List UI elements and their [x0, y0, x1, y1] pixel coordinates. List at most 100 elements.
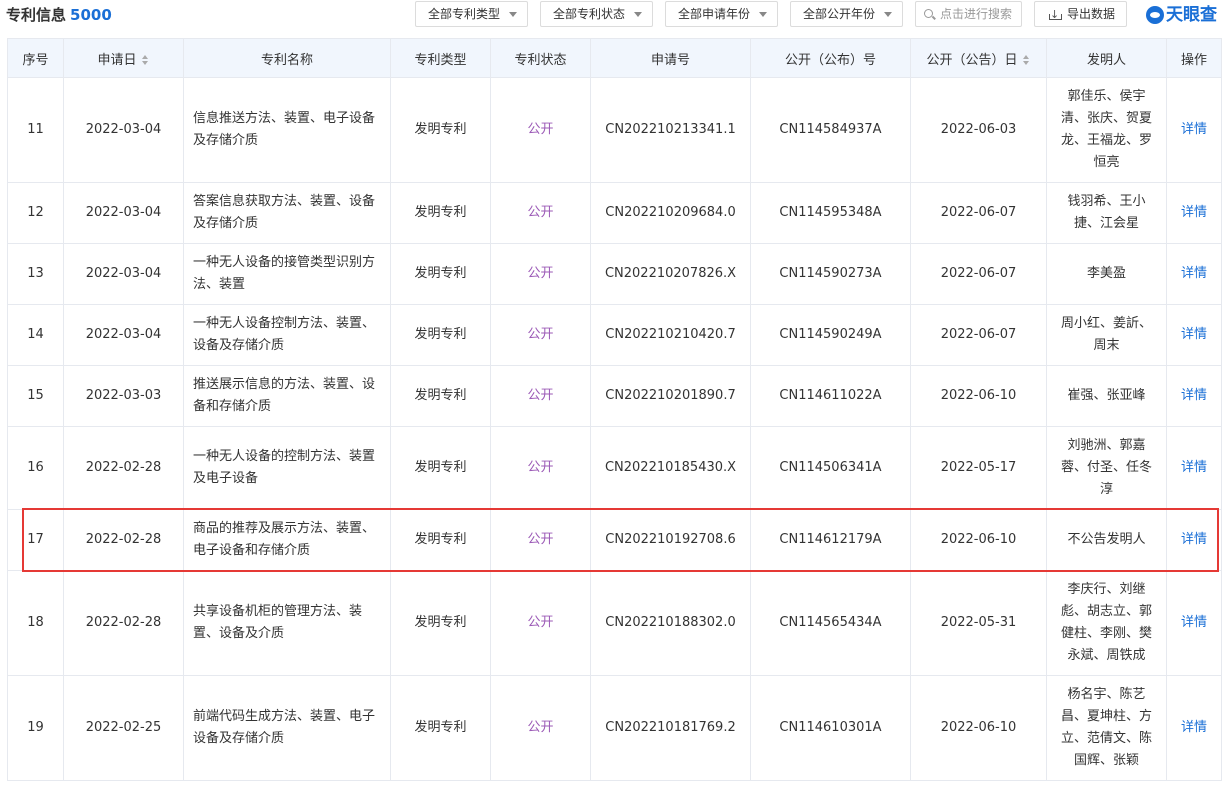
cell-patent-name: 一种无人设备的控制方法、装置及电子设备 — [183, 426, 391, 510]
cell-status: 公开 — [490, 570, 591, 676]
cell-inventor: 不公告发明人 — [1046, 509, 1167, 571]
column-header-index: 序号 — [7, 38, 64, 78]
cell-pub-no: CN114584937A — [750, 77, 911, 183]
cell-pub-date: 2022-06-03 — [910, 77, 1047, 183]
publish-year-filter[interactable]: 全部公开年份 — [790, 1, 903, 27]
cell-index: 13 — [7, 243, 64, 305]
column-header-pub-date[interactable]: 公开（公告）日 — [910, 38, 1047, 78]
eye-logo-icon — [1146, 6, 1164, 24]
export-data-button[interactable]: 导出数据 — [1034, 1, 1127, 27]
cell-apply-date: 2022-02-25 — [63, 675, 184, 781]
cell-status: 公开 — [490, 426, 591, 510]
cell-apply-date: 2022-02-28 — [63, 570, 184, 676]
table-row: 18 2022-02-28 共享设备机柜的管理方法、装置、设备及介质 发明专利 … — [7, 570, 1222, 676]
cell-status: 公开 — [490, 182, 591, 244]
detail-link[interactable]: 详情 — [1166, 243, 1222, 305]
column-header-type: 专利类型 — [390, 38, 491, 78]
table-row: 19 2022-02-25 前端代码生成方法、装置、电子设备及存储介质 发明专利… — [7, 675, 1222, 781]
patent-count: 5000 — [70, 6, 112, 24]
search-placeholder: 点击进行搜索 — [940, 7, 1013, 21]
cell-pub-no: CN114590273A — [750, 243, 911, 305]
cell-pub-date: 2022-05-31 — [910, 570, 1047, 676]
cell-inventor: 李庆行、刘继彪、胡志立、郭健柱、李刚、樊永斌、周铁成 — [1046, 570, 1167, 676]
cell-patent-type: 发明专利 — [390, 675, 491, 781]
cell-apply-no: CN202210181769.2 — [590, 675, 751, 781]
detail-link[interactable]: 详情 — [1166, 304, 1222, 366]
cell-status: 公开 — [490, 509, 591, 571]
patent-status-filter[interactable]: 全部专利状态 — [540, 1, 653, 27]
detail-link[interactable]: 详情 — [1166, 675, 1222, 781]
cell-apply-no: CN202210210420.7 — [590, 304, 751, 366]
cell-patent-type: 发明专利 — [390, 182, 491, 244]
cell-inventor: 李美盈 — [1046, 243, 1167, 305]
table-row: 11 2022-03-04 信息推送方法、装置、电子设备及存储介质 发明专利 公… — [7, 77, 1222, 183]
cell-apply-date: 2022-03-04 — [63, 77, 184, 183]
detail-link[interactable]: 详情 — [1166, 509, 1222, 571]
apply-year-filter[interactable]: 全部申请年份 — [665, 1, 778, 27]
cell-patent-name: 商品的推荐及展示方法、装置、电子设备和存储介质 — [183, 509, 391, 571]
cell-patent-type: 发明专利 — [390, 243, 491, 305]
cell-apply-no: CN202210192708.6 — [590, 509, 751, 571]
cell-status: 公开 — [490, 243, 591, 305]
column-header-status: 专利状态 — [490, 38, 591, 78]
cell-patent-name: 答案信息获取方法、装置、设备及存储介质 — [183, 182, 391, 244]
detail-link[interactable]: 详情 — [1166, 365, 1222, 427]
cell-patent-name: 推送展示信息的方法、装置、设备和存储介质 — [183, 365, 391, 427]
cell-index: 18 — [7, 570, 64, 676]
cell-pub-date: 2022-06-10 — [910, 365, 1047, 427]
cell-apply-no: CN202210185430.X — [590, 426, 751, 510]
column-header-apply-no: 申请号 — [590, 38, 751, 78]
cell-pub-date: 2022-06-07 — [910, 304, 1047, 366]
patent-type-filter[interactable]: 全部专利类型 — [415, 1, 528, 27]
download-icon — [1049, 3, 1062, 27]
detail-link[interactable]: 详情 — [1166, 426, 1222, 510]
cell-apply-date: 2022-03-04 — [63, 243, 184, 305]
page-title: 专利信息 5000 — [6, 4, 112, 25]
cell-pub-no: CN114612179A — [750, 509, 911, 571]
cell-pub-no: CN114506341A — [750, 426, 911, 510]
cell-inventor: 钱羽希、王小捷、江会星 — [1046, 182, 1167, 244]
page-title-text: 专利信息 — [6, 6, 67, 24]
table-row-highlighted: 17 2022-02-28 商品的推荐及展示方法、装置、电子设备和存储介质 发明… — [7, 509, 1222, 571]
chevron-down-icon — [509, 12, 517, 17]
table-row: 14 2022-03-04 一种无人设备控制方法、装置、设备及存储介质 发明专利… — [7, 304, 1222, 366]
sort-icon[interactable] — [1022, 55, 1031, 65]
brand-logo[interactable]: 天眼查 — [1146, 3, 1217, 27]
cell-index: 14 — [7, 304, 64, 366]
brand-name: 天眼查 — [1166, 5, 1217, 25]
cell-status: 公开 — [490, 365, 591, 427]
cell-apply-date: 2022-02-28 — [63, 426, 184, 510]
cell-apply-date: 2022-03-03 — [63, 365, 184, 427]
cell-inventor: 崔强、张亚峰 — [1046, 365, 1167, 427]
patent-status-filter-label: 全部专利状态 — [553, 7, 626, 21]
detail-link[interactable]: 详情 — [1166, 182, 1222, 244]
cell-pub-date: 2022-06-07 — [910, 243, 1047, 305]
export-data-label: 导出数据 — [1067, 7, 1116, 21]
cell-index: 19 — [7, 675, 64, 781]
cell-patent-name: 信息推送方法、装置、电子设备及存储介质 — [183, 77, 391, 183]
search-icon — [924, 9, 933, 18]
column-header-pub-no: 公开（公布）号 — [750, 38, 911, 78]
column-header-action: 操作 — [1166, 38, 1222, 78]
cell-apply-date: 2022-03-04 — [63, 182, 184, 244]
cell-apply-no: CN202210213341.1 — [590, 77, 751, 183]
publish-year-filter-label: 全部公开年份 — [803, 7, 876, 21]
cell-status: 公开 — [490, 77, 591, 183]
sort-icon[interactable] — [141, 55, 150, 65]
apply-year-filter-label: 全部申请年份 — [678, 7, 751, 21]
table-row: 15 2022-03-03 推送展示信息的方法、装置、设备和存储介质 发明专利 … — [7, 365, 1222, 427]
column-header-name: 专利名称 — [183, 38, 391, 78]
cell-index: 11 — [7, 77, 64, 183]
search-input[interactable]: 点击进行搜索 — [915, 1, 1022, 27]
table-row: 12 2022-03-04 答案信息获取方法、装置、设备及存储介质 发明专利 公… — [7, 182, 1222, 244]
table-header-row: 序号 申请日 专利名称 专利类型 专利状态 申请号 公开（公布）号 公开（公告）… — [7, 38, 1222, 78]
column-header-apply-date[interactable]: 申请日 — [63, 38, 184, 78]
detail-link[interactable]: 详情 — [1166, 77, 1222, 183]
cell-pub-date: 2022-05-17 — [910, 426, 1047, 510]
cell-index: 15 — [7, 365, 64, 427]
detail-link[interactable]: 详情 — [1166, 570, 1222, 676]
cell-status: 公开 — [490, 304, 591, 366]
chevron-down-icon — [884, 12, 892, 17]
cell-apply-date: 2022-03-04 — [63, 304, 184, 366]
cell-patent-type: 发明专利 — [390, 365, 491, 427]
